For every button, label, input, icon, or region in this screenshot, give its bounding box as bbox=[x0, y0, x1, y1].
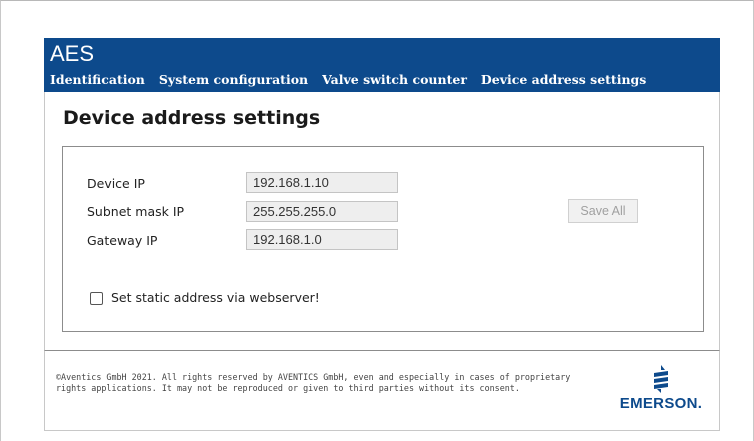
nav-item-valve-switch-counter[interactable]: Valve switch counter bbox=[322, 72, 467, 90]
checkbox-icon[interactable] bbox=[90, 291, 103, 305]
address-settings-panel: Device IP 192.168.1.10 Subnet mask IP 25… bbox=[62, 146, 704, 332]
copyright-notice: ©Aventics GmbH 2021. All rights reserved… bbox=[56, 372, 571, 393]
nav-item-system-configuration[interactable]: System configuration bbox=[159, 72, 308, 90]
footer-bottom-border bbox=[44, 430, 720, 431]
emerson-logo: EMERSON. bbox=[607, 365, 715, 413]
app-title: AES bbox=[50, 41, 95, 66]
main-nav: Identification System configuration Valv… bbox=[50, 72, 646, 90]
device-ip-field[interactable]: 192.168.1.10 bbox=[246, 172, 398, 193]
emerson-logo-icon bbox=[654, 365, 668, 393]
gateway-ip-label: Gateway IP bbox=[87, 233, 158, 248]
subnet-mask-field[interactable]: 255.255.255.0 bbox=[246, 201, 398, 222]
nav-item-identification[interactable]: Identification bbox=[50, 72, 145, 90]
gateway-ip-field[interactable]: 192.168.1.0 bbox=[246, 229, 398, 250]
page-footer: ©Aventics GmbH 2021. All rights reserved… bbox=[44, 350, 720, 430]
device-ip-label: Device IP bbox=[87, 176, 145, 191]
emerson-logo-text: EMERSON. bbox=[619, 395, 703, 412]
nav-item-device-address-settings[interactable]: Device address settings bbox=[481, 72, 646, 90]
save-all-button[interactable]: Save All bbox=[568, 199, 638, 223]
static-address-label[interactable]: Set static address via webserver! bbox=[111, 290, 320, 306]
static-address-option[interactable]: Set static address via webserver! bbox=[90, 290, 320, 306]
app-header: AES Identification System configuration … bbox=[44, 38, 720, 92]
main-content: Device address settings Device IP 192.16… bbox=[44, 92, 720, 350]
subnet-mask-label: Subnet mask IP bbox=[87, 204, 185, 219]
page-title: Device address settings bbox=[63, 107, 321, 129]
